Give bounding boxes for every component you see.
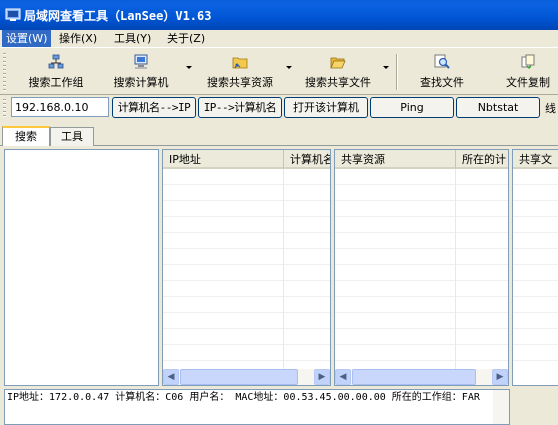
toolbar-separator <box>396 54 398 90</box>
window-title: 局域网查看工具（LanSee）V1.63 <box>24 9 212 23</box>
action-bar: 计算机名-->IP IP-->计算机名 打开该计算机 Ping Nbtstat … <box>0 96 558 121</box>
network-icon <box>48 54 64 69</box>
search-shares-dropdown-arrow[interactable] <box>286 66 292 69</box>
share-list-hscrollbar[interactable]: ◀ ▶ <box>335 369 508 385</box>
action-bar-grip[interactable] <box>3 99 6 118</box>
search-shares-button[interactable]: 搜索共享资源 <box>200 50 280 92</box>
column-header-location[interactable]: 所在的计 <box>456 150 508 169</box>
share-list-panel[interactable]: 共享资源 所在的计 ◀ ▶ <box>334 149 509 386</box>
menu-about[interactable]: 关于(Z) <box>163 30 209 47</box>
find-file-button[interactable]: 查找文件 <box>410 50 474 92</box>
search-shared-files-dropdown-arrow[interactable] <box>383 66 389 69</box>
app-icon <box>5 8 21 21</box>
action-bar-overflow-label: 线 <box>545 102 556 115</box>
magnifier-icon <box>434 54 450 69</box>
name-to-ip-button[interactable]: 计算机名-->IP <box>112 97 196 118</box>
toolbar-grip[interactable] <box>3 53 6 91</box>
file-list-rows <box>513 169 558 369</box>
search-shares-label: 搜索共享资源 <box>207 76 273 89</box>
menu-tools[interactable]: 工具(Y) <box>110 30 155 47</box>
open-computer-button[interactable]: 打开该计算机 <box>284 97 368 118</box>
column-divider <box>283 169 284 369</box>
search-workgroup-button[interactable]: 搜索工作组 <box>18 50 94 92</box>
column-header-computer-name[interactable]: 计算机名 <box>284 150 330 169</box>
search-computer-dropdown-arrow[interactable] <box>186 66 192 69</box>
column-header-shared-file[interactable]: 共享文 <box>513 150 558 169</box>
title-bar[interactable]: 局域网查看工具（LanSee）V1.63 <box>0 0 558 30</box>
computer-icon <box>134 54 148 69</box>
search-workgroup-label: 搜索工作组 <box>28 76 84 89</box>
tab-tools[interactable]: 工具 <box>50 127 94 146</box>
workgroup-tree-panel[interactable] <box>4 149 159 386</box>
copy-file-icon <box>521 54 535 69</box>
status-info-box[interactable]: IP地址：172.0.0.47 计算机名：C06 用户名： MAC地址：00.5… <box>4 389 510 425</box>
copy-file-button[interactable]: 文件复制 <box>496 50 558 92</box>
computer-list-rows <box>163 169 330 369</box>
menu-bar: 设置(W) 操作(X) 工具(Y) 关于(Z) <box>0 30 558 47</box>
ip-to-name-button[interactable]: IP-->计算机名 <box>198 97 282 118</box>
menu-settings[interactable]: 设置(W) <box>2 30 52 47</box>
nbtstat-button[interactable]: Nbtstat <box>456 97 540 118</box>
find-file-label: 查找文件 <box>420 76 464 89</box>
scroll-left-arrow-icon[interactable]: ◀ <box>163 369 179 385</box>
file-list-panel[interactable]: 共享文 <box>512 149 558 386</box>
tab-search[interactable]: 搜索 <box>2 126 50 146</box>
search-shared-files-label: 搜索共享文件 <box>305 76 371 89</box>
column-header-ip[interactable]: IP地址 <box>163 150 284 169</box>
search-computer-button[interactable]: 搜索计算机 <box>108 50 174 92</box>
ip-address-input[interactable] <box>11 97 109 117</box>
shared-folder-icon <box>232 57 248 69</box>
column-divider <box>455 169 456 369</box>
scroll-left-arrow-icon[interactable]: ◀ <box>335 369 351 385</box>
scroll-thumb[interactable] <box>352 369 476 385</box>
toolbar: 搜索工作组 搜索计算机 搜索共享资源 搜索共享文件 查找文件 文件复制 <box>0 47 558 95</box>
copy-file-label: 文件复制 <box>506 76 550 89</box>
column-header-share[interactable]: 共享资源 <box>335 150 456 169</box>
status-text: IP地址：172.0.0.47 计算机名：C06 用户名： MAC地址：00.5… <box>7 392 480 403</box>
menu-operate[interactable]: 操作(X) <box>55 30 101 47</box>
computer-list-hscrollbar[interactable]: ◀ ▶ <box>163 369 330 385</box>
open-folder-icon <box>330 57 346 69</box>
scroll-right-arrow-icon[interactable]: ▶ <box>314 369 330 385</box>
tab-strip: 搜索 工具 <box>0 126 558 146</box>
ping-button[interactable]: Ping <box>370 97 454 118</box>
scroll-right-arrow-icon[interactable]: ▶ <box>492 369 508 385</box>
search-computer-label: 搜索计算机 <box>113 76 169 89</box>
scroll-thumb[interactable] <box>180 369 298 385</box>
status-vscrollbar[interactable] <box>493 390 509 424</box>
computer-list-panel[interactable]: IP地址 计算机名 ◀ ▶ <box>162 149 331 386</box>
share-list-rows <box>335 169 508 369</box>
search-shared-files-button[interactable]: 搜索共享文件 <box>298 50 378 92</box>
